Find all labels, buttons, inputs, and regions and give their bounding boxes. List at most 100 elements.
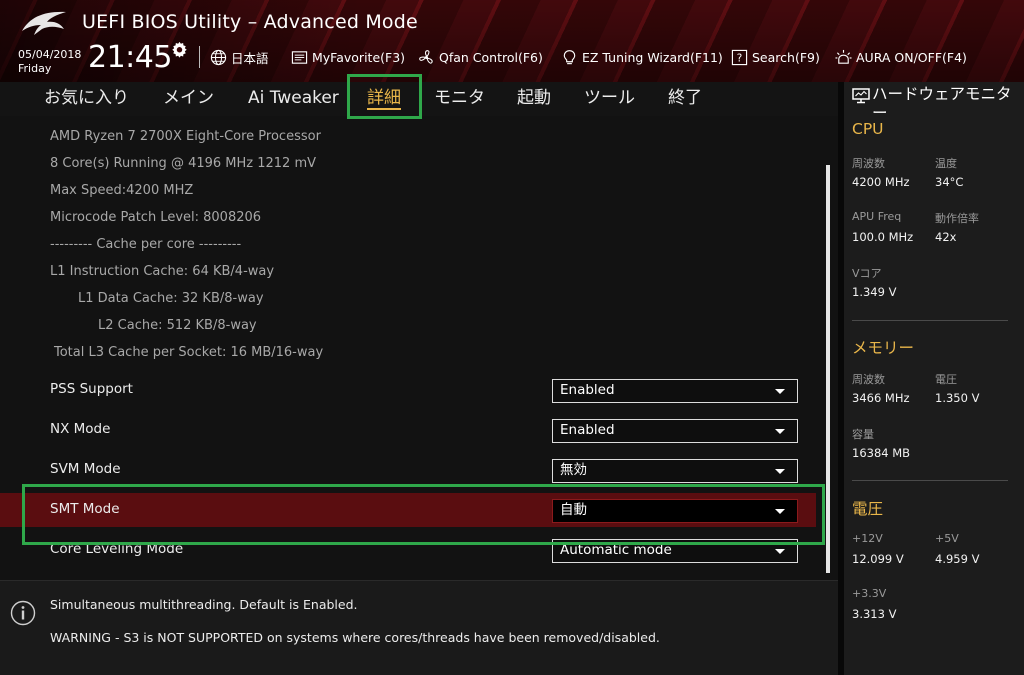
cpu-temp-value: 34°C [935, 175, 964, 189]
globe-icon [210, 49, 227, 65]
setting-row-nx-mode[interactable]: NX Mode Enabled [0, 412, 816, 448]
cpu-freq-label: 周波数 [852, 157, 885, 170]
date-display: 05/04/2018 Friday [18, 48, 81, 76]
svm-mode-label: SVM Mode [50, 461, 121, 477]
tab-main-label: メイン [163, 88, 214, 108]
cache-header: --------- Cache per core --------- [50, 237, 242, 252]
tab-favorites-label: お気に入り [44, 88, 129, 108]
pss-support-label: PSS Support [50, 381, 133, 397]
settings-panel: AMD Ryzen 7 2700X Eight-Core Processor 8… [0, 116, 838, 576]
tab-boot-label: 起動 [517, 88, 551, 108]
smt-mode-dropdown[interactable]: 自動 [552, 499, 798, 523]
apu-freq-label: APU Freq [852, 210, 902, 223]
tab-exit-label: 終了 [668, 88, 702, 108]
memory-freq-value: 3466 MHz [852, 391, 910, 405]
vcore-value: 1.349 V [852, 285, 897, 299]
setting-row-core-leveling-mode[interactable]: Core Leveling Mode Automatic mode [0, 532, 816, 568]
cpu-max-speed: Max Speed:4200 MHZ [50, 183, 194, 198]
voltage-section-title: 電圧 [852, 500, 884, 518]
tab-advanced-label: 詳細 [367, 88, 401, 110]
setting-row-svm-mode[interactable]: SVM Mode 無効 [0, 452, 816, 488]
help-panel: Simultaneous multithreading. Default is … [0, 580, 838, 675]
cpu-freq-value: 4200 MHz [852, 175, 910, 189]
hardware-monitor-title-text: ハードウェアモニター [872, 85, 1012, 122]
v12-label: +12V [852, 532, 883, 545]
setting-row-pss-support[interactable]: PSS Support Enabled [0, 372, 816, 408]
favorite-icon [291, 50, 308, 64]
chevron-down-icon [775, 469, 785, 474]
settings-scrollbar[interactable] [826, 165, 830, 573]
tab-advanced[interactable]: 詳細 [367, 82, 401, 116]
core-leveling-mode-value: Automatic mode [560, 542, 672, 558]
fan-icon [419, 49, 433, 64]
nx-mode-value: Enabled [560, 422, 615, 438]
vcore-label: Vコア [852, 267, 882, 280]
l3-cache: Total L3 Cache per Socket: 16 MB/16-way [54, 345, 324, 360]
core-leveling-mode-dropdown[interactable]: Automatic mode [552, 539, 798, 563]
tab-monitor[interactable]: モニタ [434, 82, 485, 116]
myfavorite-button[interactable]: MyFavorite(F3) [291, 47, 405, 67]
smt-mode-label: SMT Mode [50, 501, 120, 517]
date-value: 05/04/2018 [18, 48, 82, 61]
v12-value: 12.099 V [852, 552, 904, 566]
tab-tool[interactable]: ツール [584, 82, 635, 116]
ez-tuning-wizard-button[interactable]: EZ Tuning Wizard(F11) [561, 47, 723, 67]
monitor-icon [852, 88, 870, 104]
svm-mode-dropdown[interactable]: 無効 [552, 459, 798, 483]
tab-boot[interactable]: 起動 [517, 82, 551, 116]
tab-exit[interactable]: 終了 [668, 82, 702, 116]
hardware-monitor-title: ハードウェアモニター [852, 85, 1024, 123]
search-label: Search(F9) [752, 49, 820, 65]
aura-label: AURA ON/OFF(F4) [856, 49, 967, 65]
cpu-model: AMD Ryzen 7 2700X Eight-Core Processor [50, 129, 321, 144]
qfan-control-label: Qfan Control(F6) [439, 49, 543, 65]
setting-row-smt-mode[interactable]: SMT Mode 自動 [0, 493, 816, 527]
aura-toggle-button[interactable]: AURA ON/OFF(F4) [835, 47, 967, 67]
memory-volt-label: 電圧 [935, 373, 957, 386]
tab-ai-tweaker-label: Ai Tweaker [248, 88, 339, 108]
microcode-level: Microcode Patch Level: 8008206 [50, 210, 262, 225]
cpu-cores-running: 8 Core(s) Running @ 4196 MHz 1212 mV [50, 156, 317, 171]
rog-logo-icon [22, 11, 66, 35]
hw-divider [852, 320, 1008, 321]
tab-main[interactable]: メイン [163, 82, 214, 116]
language-label: 日本語 [231, 50, 269, 66]
l1-data-cache: L1 Data Cache: 32 KB/8-way [78, 291, 264, 306]
smt-mode-value: 自動 [560, 502, 587, 518]
gear-icon[interactable] [171, 41, 188, 58]
nx-mode-dropdown[interactable]: Enabled [552, 419, 798, 443]
cpu-ratio-value: 42x [935, 230, 957, 244]
pss-support-value: Enabled [560, 382, 615, 398]
apu-freq-value: 100.0 MHz [852, 230, 914, 244]
tab-favorites[interactable]: お気に入り [44, 82, 129, 116]
v5-label: +5V [935, 532, 959, 545]
ez-tuning-wizard-label: EZ Tuning Wizard(F11) [582, 49, 723, 65]
chevron-down-icon [775, 429, 785, 434]
help-description: Simultaneous multithreading. Default is … [50, 597, 358, 612]
myfavorite-label: MyFavorite(F3) [312, 49, 406, 65]
memory-capacity-value: 16384 MB [852, 446, 911, 460]
l2-cache: L2 Cache: 512 KB/8-way [98, 318, 257, 333]
cpu-ratio-label: 動作倍率 [935, 212, 979, 225]
hw-divider [852, 480, 1008, 481]
chevron-down-icon [775, 389, 785, 394]
hardware-monitor-panel: ハードウェアモニター CPU 周波数 温度 4200 MHz 34°C APU … [844, 82, 1024, 675]
tab-tool-label: ツール [584, 88, 635, 108]
core-leveling-mode-label: Core Leveling Mode [50, 541, 184, 557]
memory-capacity-label: 容量 [852, 428, 874, 441]
aura-icon [835, 49, 852, 64]
v5-value: 4.959 V [935, 552, 980, 566]
tab-ai-tweaker[interactable]: Ai Tweaker [248, 82, 339, 116]
clock-time: 21:45 [88, 40, 172, 75]
qfan-control-button[interactable]: Qfan Control(F6) [418, 47, 543, 67]
search-button[interactable]: ? Search(F9) [731, 47, 820, 67]
svg-text:?: ? [737, 52, 743, 64]
help-warning: WARNING - S3 is NOT SUPPORTED on systems… [50, 630, 660, 645]
cpu-temp-label: 温度 [935, 157, 957, 170]
pss-support-dropdown[interactable]: Enabled [552, 379, 798, 403]
nx-mode-label: NX Mode [50, 421, 111, 437]
main-tab-bar: お気に入り メイン Ai Tweaker 詳細 モニタ 起動 ツール 終了 [0, 82, 838, 116]
language-button[interactable]: 日本語 [210, 47, 269, 67]
day-value: Friday [18, 62, 52, 75]
memory-volt-value: 1.350 V [935, 391, 980, 405]
